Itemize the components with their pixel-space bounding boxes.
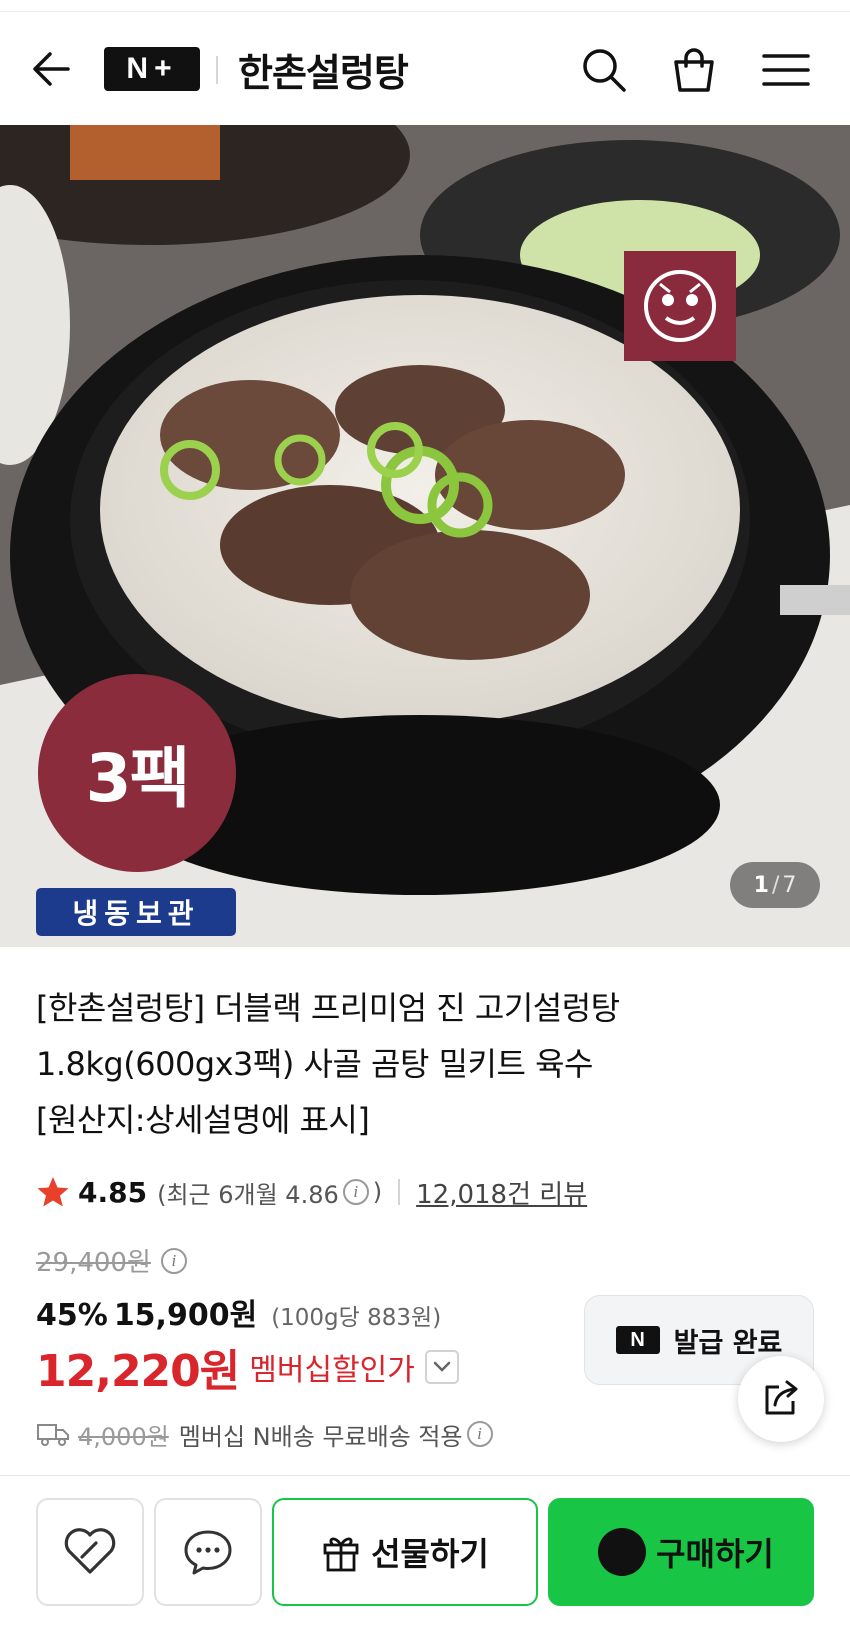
search-icon[interactable] (578, 44, 630, 96)
status-bar-divider (0, 0, 850, 12)
product-title-line: [원산지:상세설명에 표시] (36, 1101, 370, 1139)
bottom-action-bar: 선물하기 N 구매하기 (0, 1475, 850, 1642)
naver-pay-icon: N (598, 1528, 647, 1576)
shipping-note: 멤버십 N배송 무료배송 적용 (178, 1422, 463, 1451)
store-title[interactable]: 한촌설렁탕 (238, 42, 409, 97)
info-icon[interactable]: i (342, 1179, 369, 1205)
header-divider (216, 56, 218, 84)
info-icon[interactable]: i (466, 1421, 493, 1447)
gift-button[interactable]: 선물하기 (272, 1498, 538, 1606)
review-count-link[interactable]: 12,018건 리뷰 (416, 1174, 587, 1211)
gift-label: 선물하기 (371, 1535, 489, 1573)
info-icon[interactable]: i (160, 1247, 187, 1274)
shipping-row: 4,000원 멤버십 N배송 무료배송 적용 i (36, 1414, 497, 1454)
image-counter: 1/7 (730, 862, 820, 908)
gift-icon (323, 1537, 359, 1572)
hamburger-menu-icon[interactable] (760, 44, 812, 96)
buy-button[interactable]: N 구매하기 (548, 1498, 814, 1606)
star-icon (37, 1177, 69, 1207)
talk-talk-button[interactable] (154, 1498, 262, 1606)
heart-icon (64, 1528, 116, 1574)
brand-seal-logo (624, 251, 736, 361)
member-price-label: 멤버십할인가 (249, 1353, 415, 1388)
chevron-down-icon[interactable] (424, 1350, 459, 1384)
share-button[interactable] (738, 1356, 824, 1442)
coupon-label: 발급 완료 (673, 1327, 783, 1359)
header: N+ 한촌설렁탕 (0, 12, 850, 125)
rating-value: 4.85 (78, 1175, 148, 1209)
original-price-row: 29,400원 i (36, 1242, 191, 1279)
product-image-carousel[interactable]: 3팩 냉동보관 1/7 (0, 125, 850, 947)
buy-label: 구매하기 (656, 1535, 774, 1573)
product-title: [한촌설렁탕] 더블랙 프리미엄 진 고기설렁탕 1.8kg(600gx3팩) … (36, 980, 816, 1148)
pack-count-badge: 3팩 (38, 674, 236, 872)
chat-bubble-icon (184, 1530, 232, 1575)
recent-rating-close: ) (372, 1178, 383, 1206)
back-arrow-icon[interactable] (28, 44, 78, 94)
sale-price-row: 45% 15,900원 (100g당 883원) (36, 1290, 441, 1334)
unit-price: (100g당 883원) (271, 1305, 442, 1331)
original-price: 29,400원 (36, 1248, 151, 1278)
recent-rating: (최근 6개월 4.86 (157, 1180, 339, 1209)
shopping-bag-icon[interactable] (668, 44, 720, 96)
shipping-fee: 4,000원 (78, 1422, 169, 1451)
product-title-line: 1.8kg(600gx3팩) 사골 곰탕 밀키트 육수 (36, 1045, 593, 1083)
naver-n-icon: N (615, 1326, 660, 1354)
product-title-line: [한촌설렁탕] 더블랙 프리미엄 진 고기설렁탕 (36, 989, 620, 1027)
member-price-row: 12,220원 멤버십할인가 (36, 1335, 459, 1399)
sale-price: 15,900원 (113, 1298, 258, 1333)
storage-badge: 냉동보관 (36, 888, 236, 936)
rating-row: 4.85 (최근 6개월 4.86 i ) 12,018건 리뷰 (36, 1172, 587, 1212)
discount-rate: 45% (36, 1298, 108, 1333)
member-price: 12,220원 (36, 1346, 240, 1397)
like-button[interactable] (36, 1498, 144, 1606)
share-icon (765, 1380, 798, 1415)
rating-divider (398, 1179, 401, 1205)
naver-plus-logo[interactable]: N+ (104, 47, 200, 91)
truck-icon (37, 1424, 69, 1446)
